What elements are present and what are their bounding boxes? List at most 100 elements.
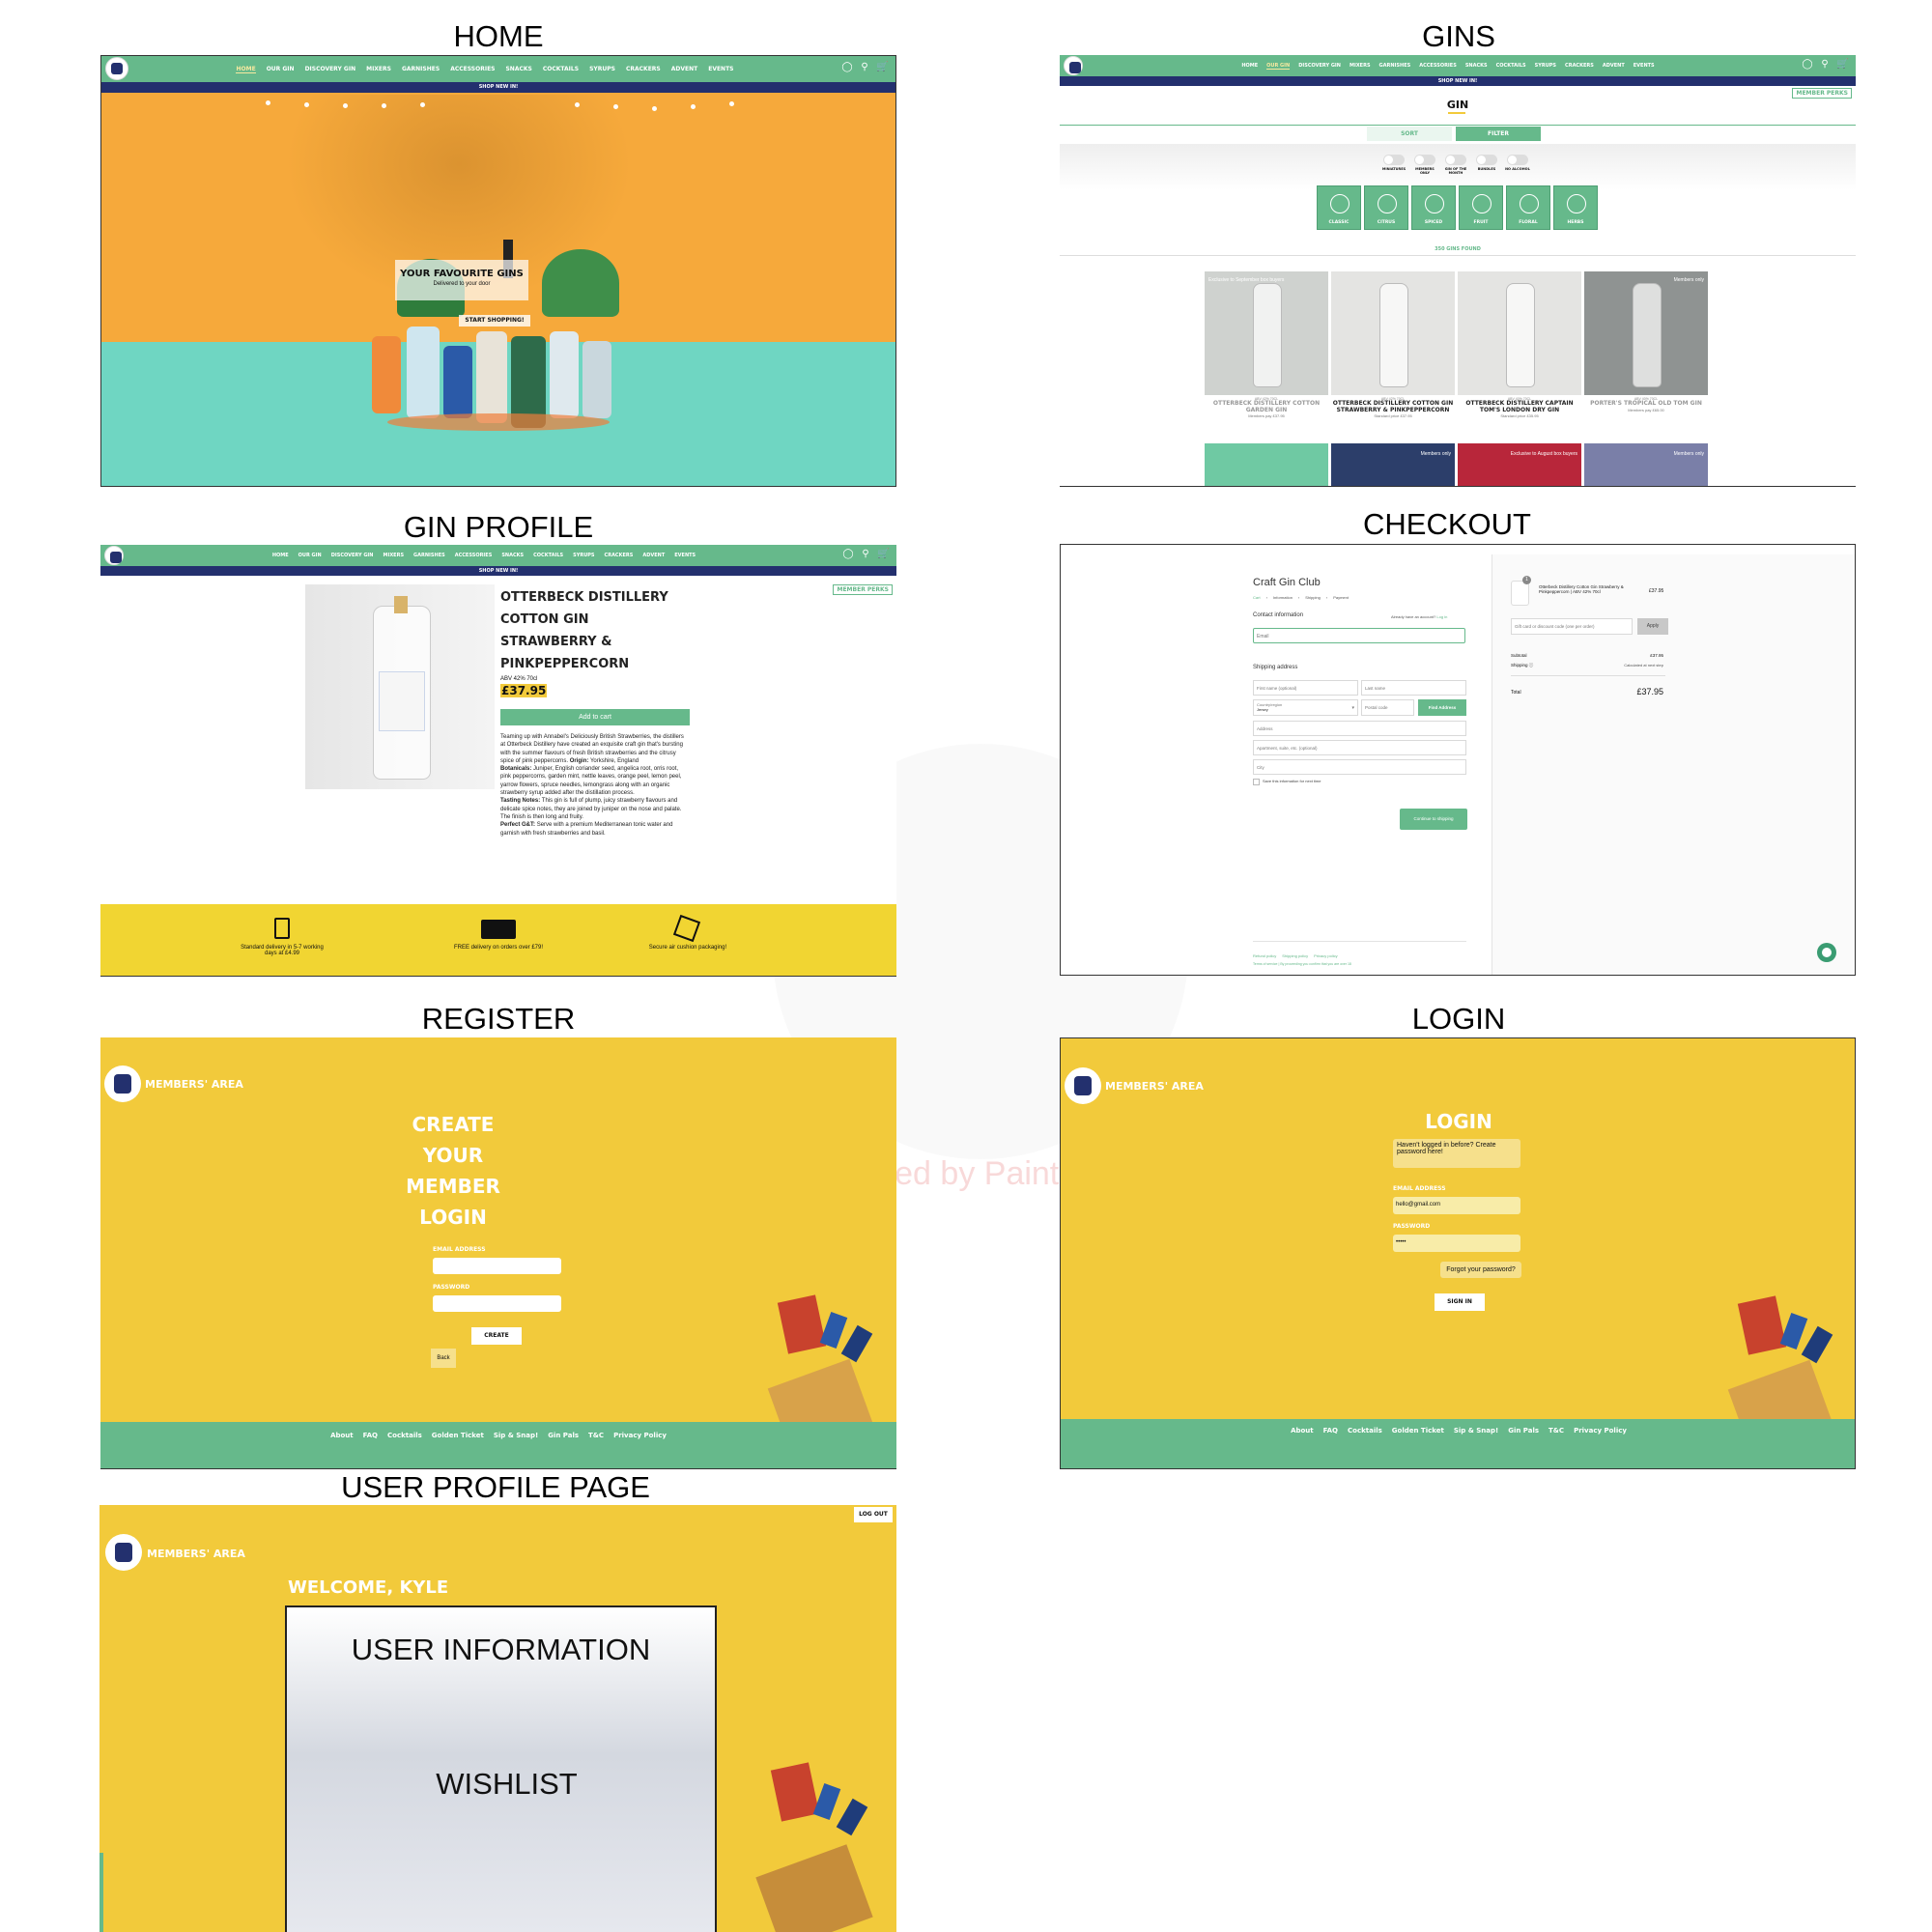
nav-crackers[interactable]: CRACKERS — [1565, 63, 1594, 69]
nav-garnishes[interactable]: GARNISHES — [1379, 63, 1411, 69]
login-link[interactable]: Log in — [1436, 614, 1447, 619]
nav-home[interactable]: HOME — [1241, 63, 1258, 69]
filter-tab[interactable]: FILTER — [1456, 127, 1541, 141]
save-info-checkbox[interactable] — [1253, 779, 1260, 785]
nav-snacks[interactable]: SNACKS — [505, 66, 531, 72]
footer-about[interactable]: About — [330, 1432, 354, 1439]
cart-icon[interactable]: 🛒 — [877, 549, 889, 560]
sign-in-button[interactable]: SIGN IN — [1435, 1293, 1485, 1311]
address-field[interactable]: Address — [1253, 721, 1466, 736]
nav-advent[interactable]: ADVENT — [671, 66, 697, 72]
craft-gin-club-logo[interactable] — [104, 1065, 141, 1102]
nav-home[interactable]: HOME — [236, 66, 256, 73]
account-icon[interactable]: ◯ — [841, 62, 853, 73]
footer-golden-ticket[interactable]: Golden Ticket — [1392, 1427, 1444, 1435]
footer-privacy[interactable]: Privacy Policy — [1574, 1427, 1627, 1435]
toggle-switch-icon[interactable] — [1383, 155, 1405, 165]
nav-garnishes[interactable]: GARNISHES — [402, 66, 440, 72]
product-image[interactable]: Members only — [1584, 271, 1708, 395]
last-name-field[interactable]: Last name — [1361, 680, 1466, 696]
nav-advent[interactable]: ADVENT — [1603, 63, 1625, 69]
filter-toggle[interactable]: BUNDLES — [1474, 155, 1499, 175]
category-tile-herbs[interactable]: HERBS — [1553, 185, 1598, 230]
nav-mixers[interactable]: MIXERS — [383, 553, 404, 558]
logout-button[interactable]: LOG OUT — [854, 1507, 893, 1522]
login-password-field[interactable]: ••••• — [1393, 1235, 1520, 1252]
postal-code-field[interactable]: Postal code — [1361, 699, 1414, 716]
member-perks-tab[interactable]: MEMBER PERKS — [1792, 88, 1852, 99]
apartment-field[interactable]: Apartment, suite, etc. (optional) — [1253, 740, 1466, 755]
product-image[interactable] — [1331, 271, 1455, 395]
product-card[interactable]: Members only ABV 40% 70CL PORTER'S TROPICA… — [1584, 271, 1708, 418]
footer-about[interactable]: About — [1291, 1427, 1314, 1435]
category-tile-spiced[interactable]: SPICED — [1411, 185, 1456, 230]
shop-new-banner[interactable]: SHOP NEW IN! — [101, 82, 895, 93]
wishlist-section[interactable]: WISHLIST — [287, 1767, 726, 1802]
product-card[interactable]: Exclusive to September box buyers ABV 42%… — [1205, 271, 1328, 418]
search-icon[interactable]: ⚲ — [1819, 59, 1831, 71]
start-shopping-button[interactable]: START SHOPPING! — [459, 315, 530, 327]
info-icon[interactable]: ⓘ — [1529, 663, 1534, 668]
register-password-field[interactable] — [433, 1295, 561, 1312]
refund-policy-link[interactable]: Refund policy — [1253, 953, 1276, 958]
account-icon[interactable]: ◯ — [842, 549, 854, 560]
category-tile-floral[interactable]: FLORAL — [1506, 185, 1550, 230]
product-card[interactable] — [1205, 443, 1328, 486]
nav-accessories[interactable]: ACCESSORIES — [1419, 63, 1457, 69]
sort-tab[interactable]: SORT — [1367, 127, 1452, 141]
product-name[interactable]: PORTER'S TROPICAL OLD TOM GIN — [1584, 400, 1708, 408]
footer-cocktails[interactable]: Cocktails — [387, 1432, 422, 1439]
nav-events[interactable]: EVENTS — [708, 66, 733, 72]
footer-sip-snap[interactable]: Sip & Snap! — [494, 1432, 538, 1439]
chat-icon[interactable] — [1817, 943, 1836, 962]
nav-cocktails[interactable]: COCKTAILS — [1496, 63, 1526, 69]
filter-toggle[interactable]: NO ALCOHOL — [1505, 155, 1530, 175]
footer-faq[interactable]: FAQ — [1323, 1427, 1338, 1435]
continue-to-shipping-button[interactable]: Continue to shipping — [1400, 809, 1467, 830]
privacy-policy-link[interactable]: Privacy policy — [1314, 953, 1337, 958]
shipping-policy-link[interactable]: Shipping policy — [1282, 953, 1308, 958]
nav-discovery-gin[interactable]: DISCOVERY GIN — [331, 553, 374, 558]
nav-our-gin[interactable]: OUR GIN — [298, 553, 322, 558]
footer-tc[interactable]: T&C — [1548, 1427, 1564, 1435]
nav-cocktails[interactable]: COCKTAILS — [533, 553, 563, 558]
toggle-switch-icon[interactable] — [1445, 155, 1466, 165]
discount-code-field[interactable]: Gift card or discount code (one per orde… — [1511, 618, 1633, 635]
shop-new-banner[interactable]: SHOP NEW IN! — [1060, 76, 1856, 86]
product-name[interactable]: OTTERBECK DISTILLERY COTTON GIN STRAWBER… — [1331, 400, 1455, 413]
product-card[interactable]: ABV 40% 70CL OTTERBECK DISTILLERY CAPTAIN… — [1458, 271, 1581, 418]
toggle-switch-icon[interactable] — [1507, 155, 1528, 165]
footer-tc[interactable]: T&C — [588, 1432, 604, 1439]
nav-our-gin[interactable]: OUR GIN — [267, 66, 295, 72]
nav-syrups[interactable]: SYRUPS — [589, 66, 615, 72]
product-card[interactable]: Members only — [1331, 443, 1455, 486]
filter-toggle[interactable]: MINIATURES — [1381, 155, 1406, 175]
search-icon[interactable]: ⚲ — [860, 549, 871, 560]
add-to-cart-button[interactable]: Add to cart — [500, 709, 690, 725]
product-name[interactable]: OTTERBECK DISTILLERY CAPTAIN TOM'S LONDO… — [1458, 400, 1581, 413]
nav-discovery-gin[interactable]: DISCOVERY GIN — [1298, 63, 1341, 69]
craft-gin-club-logo[interactable] — [1065, 1067, 1101, 1104]
nav-events[interactable]: EVENTS — [1634, 63, 1655, 69]
nav-syrups[interactable]: SYRUPS — [1535, 63, 1556, 69]
apply-button[interactable]: Apply — [1637, 618, 1668, 635]
first-name-field[interactable]: First name (optional) — [1253, 680, 1358, 696]
nav-crackers[interactable]: CRACKERS — [626, 66, 661, 72]
product-name[interactable]: OTTERBECK DISTILLERY COTTON GARDEN GIN — [1205, 400, 1328, 413]
nav-home[interactable]: HOME — [272, 553, 289, 558]
footer-golden-ticket[interactable]: Golden Ticket — [432, 1432, 484, 1439]
crumb-cart[interactable]: Cart — [1253, 595, 1261, 600]
find-address-button[interactable]: Find Address — [1418, 699, 1466, 716]
product-image[interactable] — [1458, 271, 1581, 395]
nav-accessories[interactable]: ACCESSORIES — [450, 66, 495, 72]
city-field[interactable]: City — [1253, 759, 1466, 775]
account-icon[interactable]: ◯ — [1802, 59, 1813, 71]
nav-crackers[interactable]: CRACKERS — [605, 553, 634, 558]
member-perks-tab[interactable]: MEMBER PERKS — [833, 584, 893, 595]
nav-advent[interactable]: ADVENT — [642, 553, 665, 558]
nav-garnishes[interactable]: GARNISHES — [413, 553, 445, 558]
toggle-switch-icon[interactable] — [1414, 155, 1435, 165]
search-icon[interactable]: ⚲ — [859, 62, 870, 73]
filter-toggle[interactable]: MEMBERS ONLY — [1412, 155, 1437, 175]
filter-toggle[interactable]: GIN OF THE MONTH — [1443, 155, 1468, 175]
